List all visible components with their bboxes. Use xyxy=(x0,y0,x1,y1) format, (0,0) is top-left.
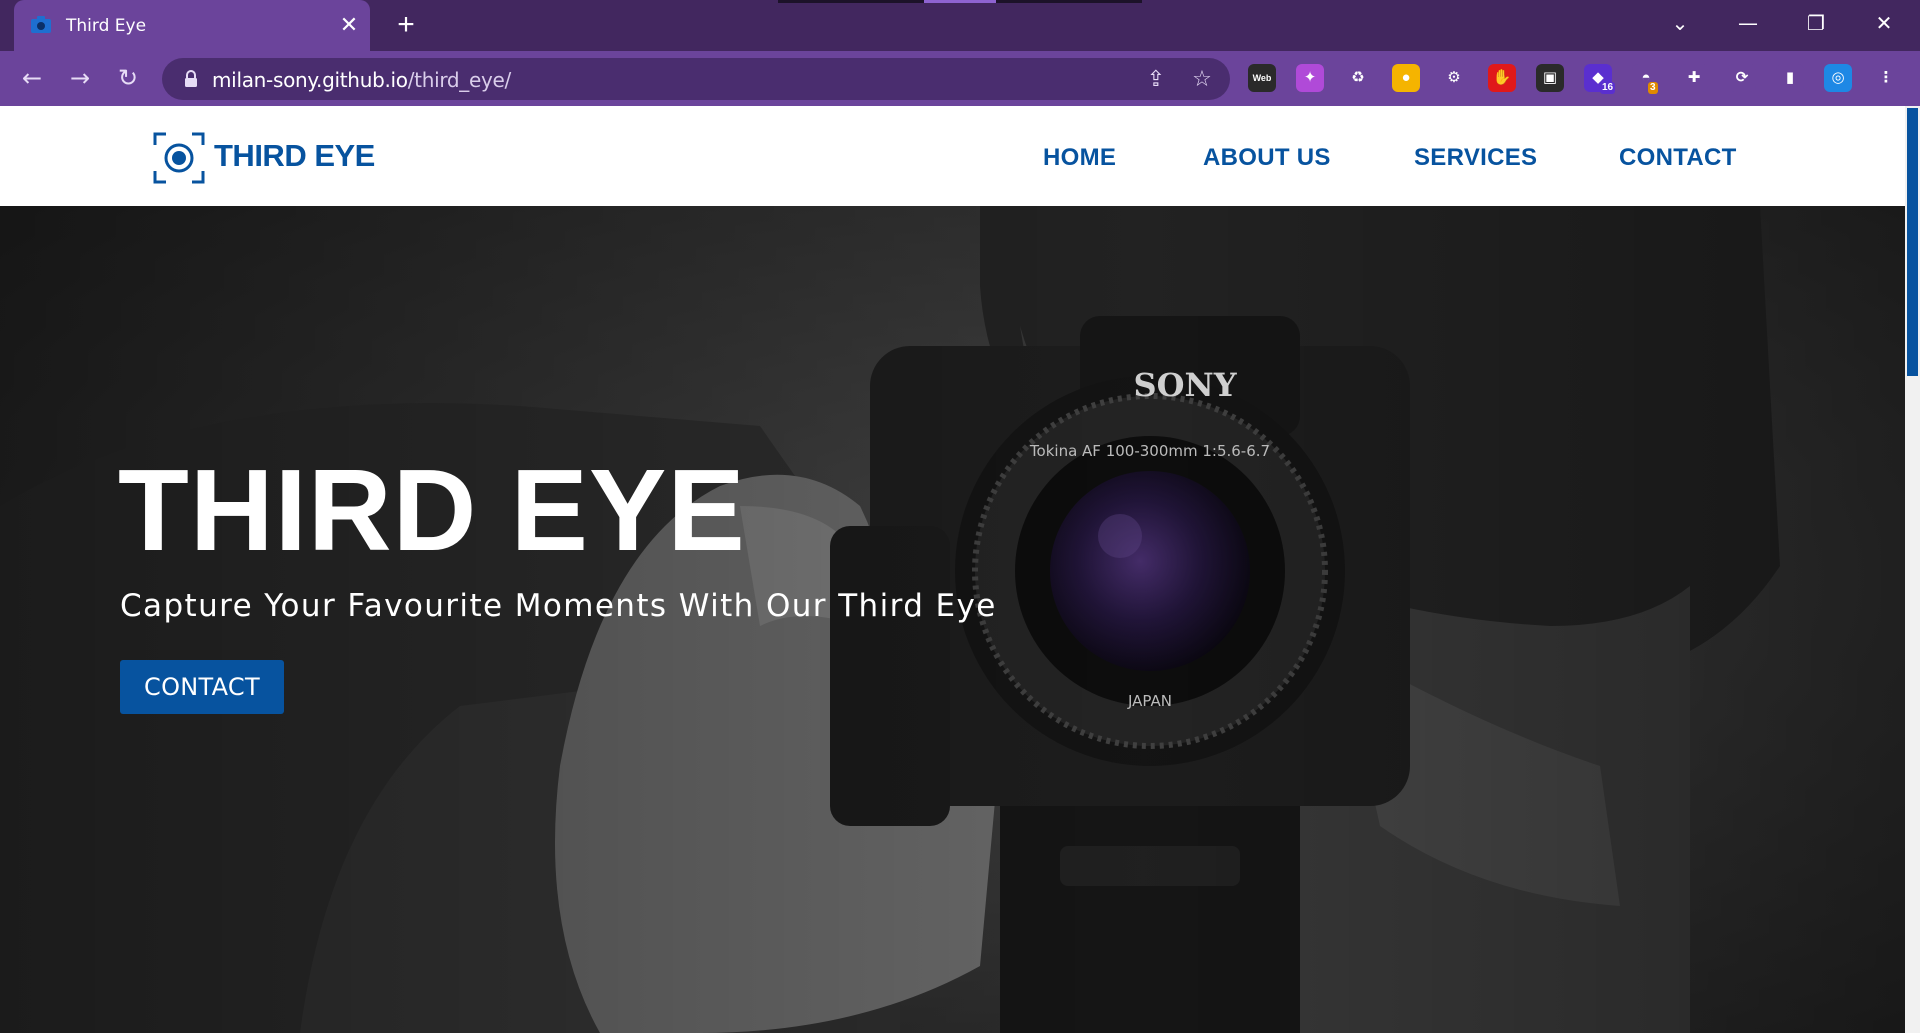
extension-badge: 16 xyxy=(1600,82,1616,94)
recycle-extension-icon[interactable]: ♻ xyxy=(1344,64,1372,92)
site-navbar: THIRD EYE HOME ABOUT US SERVICES CONTACT xyxy=(0,106,1905,206)
url-text: milan-sony.github.io/third_eye/ xyxy=(212,68,511,92)
brand-name[interactable]: THIRD EYE xyxy=(214,138,375,174)
puzzle-extension-icon[interactable]: ✚ xyxy=(1680,64,1708,92)
camera-brand-text: SONY xyxy=(1133,366,1237,404)
url-path: /third_eye/ xyxy=(407,68,512,92)
nav-link-services[interactable]: SERVICES xyxy=(1414,144,1537,172)
share-icon[interactable]: ⇪ xyxy=(1142,66,1170,94)
page-scrollbar[interactable] xyxy=(1905,106,1920,1033)
gem-extension-icon[interactable]: ◆ 16 xyxy=(1584,64,1616,94)
hero-section: SONY Tokina AF 100-300mm 1:5.6-6.7 JAPAN… xyxy=(0,206,1905,1033)
browser-toolbar: ← → ↻ milan-sony.github.io/third_eye/ ⇪ … xyxy=(0,51,1920,106)
hero-contact-button[interactable]: CONTACT xyxy=(120,660,284,714)
menu-kebab-icon[interactable]: ⋮ xyxy=(1872,64,1900,92)
url-host: milan-sony.github.io xyxy=(212,68,408,92)
hero-title: THIRD EYE xyxy=(118,445,746,575)
gear-extension-icon[interactable]: ⚙ xyxy=(1440,64,1468,92)
nav-link-contact[interactable]: CONTACT xyxy=(1619,144,1737,172)
bookmark-star-icon[interactable]: ☆ xyxy=(1188,66,1216,94)
sparkle-extension-icon[interactable]: ✦ xyxy=(1296,64,1324,92)
close-window-button[interactable]: ✕ xyxy=(1864,8,1904,38)
camera-favicon-icon xyxy=(31,16,51,33)
stop-hand-extension-icon[interactable]: ✋ xyxy=(1488,64,1516,92)
reload-button[interactable]: ↻ xyxy=(112,63,144,95)
address-bar[interactable]: milan-sony.github.io/third_eye/ ⇪ ☆ xyxy=(162,58,1230,100)
hero-subtitle: Capture Your Favourite Moments With Our … xyxy=(120,588,997,624)
bulb-extension-icon[interactable]: ● xyxy=(1392,64,1420,92)
picture-in-picture-extension-icon[interactable]: ▣ xyxy=(1536,64,1564,92)
ufo-extension-icon[interactable]: ◓ 3 xyxy=(1632,64,1660,94)
refresh-bolt-extension-icon[interactable]: ⟳ xyxy=(1728,64,1756,92)
target-extension-icon[interactable]: ◎ xyxy=(1824,64,1852,92)
nav-link-about-us[interactable]: ABOUT US xyxy=(1203,144,1331,172)
new-tab-button[interactable]: + xyxy=(388,8,424,44)
tab-strip-indicator xyxy=(778,0,924,3)
scrollbar-thumb[interactable] xyxy=(1907,108,1918,376)
tab-strip-indicator-active xyxy=(924,0,996,3)
lens-origin-text: JAPAN xyxy=(1127,692,1172,710)
back-button[interactable]: ← xyxy=(16,63,48,95)
browser-tab-active[interactable]: Third Eye ✕ xyxy=(14,0,370,51)
extension-badge: 3 xyxy=(1648,82,1658,94)
nav-link-home[interactable]: HOME xyxy=(1043,144,1116,172)
sidebar-extension-icon[interactable]: ▮ xyxy=(1776,64,1804,92)
tab-search-chevron-icon[interactable]: ⌄ xyxy=(1660,8,1700,38)
tab-title: Third Eye xyxy=(66,16,147,36)
lock-icon xyxy=(185,70,197,87)
minimize-button[interactable]: — xyxy=(1728,8,1768,38)
web-developer-extension-icon[interactable]: Web xyxy=(1248,64,1276,92)
browser-tab-bar: Third Eye ✕ + ⌄ — ❐ ✕ xyxy=(0,0,1920,51)
restore-button[interactable]: ❐ xyxy=(1796,8,1836,38)
tab-strip-indicator xyxy=(996,0,1142,3)
lens-label-text: Tokina AF 100-300mm 1:5.6-6.7 xyxy=(1029,442,1270,460)
eye-logo-icon[interactable] xyxy=(152,131,206,185)
forward-button[interactable]: → xyxy=(64,63,96,95)
tab-close-button[interactable]: ✕ xyxy=(336,10,362,40)
web-page: THIRD EYE HOME ABOUT US SERVICES CONTACT xyxy=(0,106,1905,1033)
